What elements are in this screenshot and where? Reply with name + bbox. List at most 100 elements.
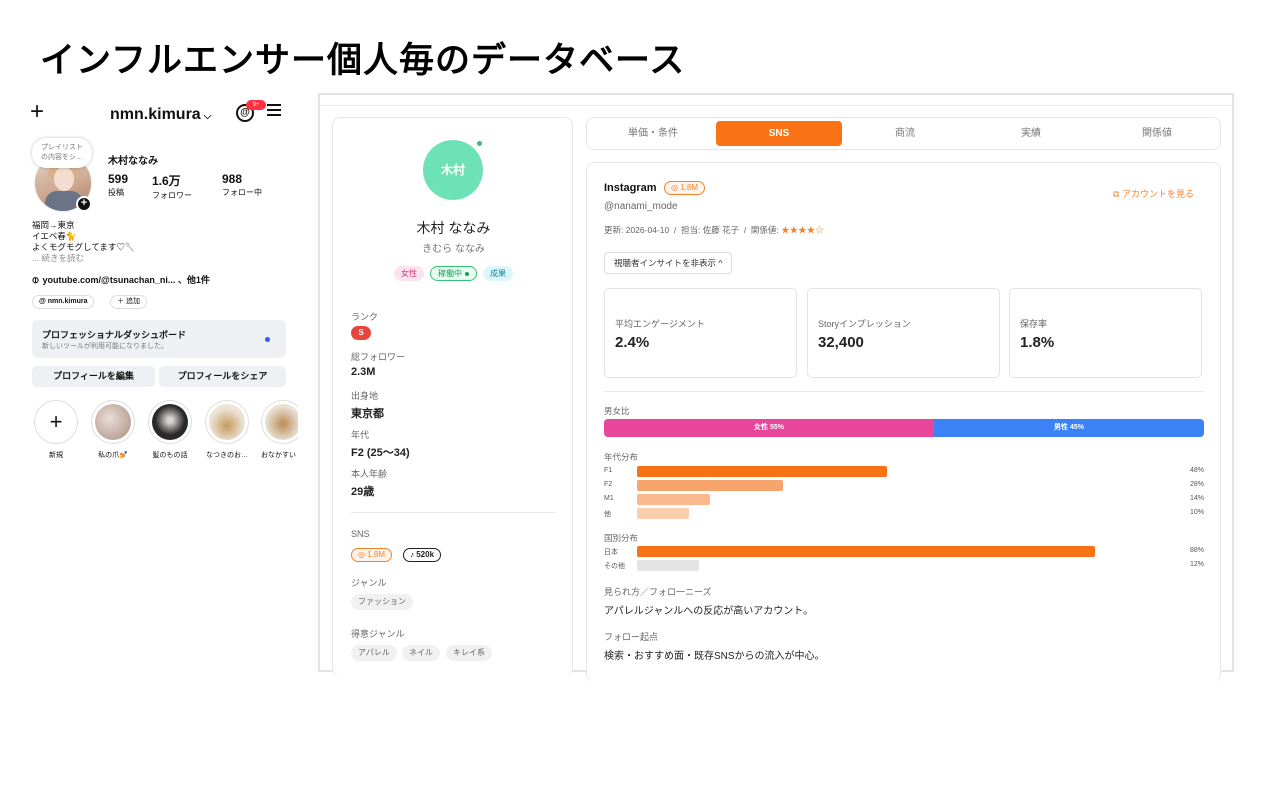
gender-segment: 男性 45% bbox=[934, 419, 1204, 437]
page-title: インフルエンサー個人毎のデータベース bbox=[40, 41, 686, 81]
share-profile-button[interactable]: プロフィールをシェア bbox=[159, 366, 286, 387]
threads-chip-icon: @ bbox=[39, 298, 48, 305]
add-chip[interactable]: ＋ 追加 bbox=[110, 295, 147, 309]
highlight-label: 私の爪💅 bbox=[98, 452, 128, 459]
influencer-database-screen: 木村 木村 ななみ きむら ななみ 女性 稼働中 成果 ランク S 総フォロワー 2… bbox=[318, 93, 1234, 682]
highlight-item[interactable]: なつきのお… bbox=[204, 400, 250, 460]
status-dot bbox=[465, 271, 469, 276]
tab-commercial-flow[interactable]: 商流 bbox=[842, 121, 968, 146]
bio-more-link[interactable]: ... 続きを読む bbox=[32, 253, 135, 264]
bio: 福岡→東京 イエベ春🐈 よくモグモグしてます♡🥄 ... 続きを読む bbox=[32, 220, 135, 264]
highlight-circle bbox=[205, 400, 249, 444]
platform-followers-text: 1.8M bbox=[680, 183, 698, 192]
kpi-label: 保存率 bbox=[1020, 319, 1048, 329]
highlight-label: なつきのお… bbox=[206, 452, 248, 459]
bar-fill bbox=[637, 494, 710, 505]
note-bubble[interactable]: プレイリスト の内容をシ… bbox=[32, 138, 92, 168]
age-value: 29歳 bbox=[351, 486, 375, 498]
tab-sns[interactable]: SNS bbox=[716, 121, 842, 146]
external-link-icon: ⧉ bbox=[1113, 189, 1122, 199]
profile-link[interactable]: ⊘youtube.com/@tsunachan_ni... 、他1件 bbox=[29, 273, 210, 287]
account-handle: @nanami_mode bbox=[604, 201, 678, 212]
highlight-image bbox=[209, 404, 245, 440]
add-story-icon[interactable]: + bbox=[76, 196, 92, 212]
strong-genre-chip: アパレル bbox=[351, 645, 397, 661]
status-badge: 稼働中 bbox=[430, 266, 477, 281]
threads-chip[interactable]: @ nmn.kimura bbox=[32, 295, 95, 309]
strong-genre-label: 得意ジャンル bbox=[351, 629, 405, 639]
bar-percent: 28% bbox=[1189, 481, 1204, 488]
gender-ratio-label: 男女比 bbox=[604, 406, 630, 416]
bar-percent: 48% bbox=[1189, 467, 1204, 474]
profile-name: 木村 ななみ bbox=[416, 220, 491, 236]
highlight-new[interactable]: + 新規 bbox=[33, 400, 79, 460]
instagram-top-bar: + nmn.kimura ⌵ @ 9+ bbox=[24, 96, 298, 132]
bar-track bbox=[637, 508, 1157, 519]
highlight-item[interactable]: 髪のもの話 bbox=[147, 400, 193, 460]
instagram-icon: ◎ bbox=[671, 183, 681, 192]
kpi-card: Storyインプレッション 32,400 bbox=[807, 288, 1000, 378]
bar-percent: 10% bbox=[1189, 509, 1204, 516]
notification-badge: 9+ bbox=[246, 100, 266, 110]
age-group-value: F2 (25〜34) bbox=[351, 447, 410, 459]
kpi-value: 32,400 bbox=[818, 334, 864, 351]
highlight-circle bbox=[91, 400, 135, 444]
kpi-label: Storyインプレッション bbox=[818, 319, 911, 329]
bar-percent: 12% bbox=[1189, 561, 1204, 568]
highlight-label: おなかすい bbox=[261, 452, 296, 459]
tab-results[interactable]: 実績 bbox=[968, 121, 1094, 146]
rank-label: ランク bbox=[351, 312, 379, 322]
tab-relationship[interactable]: 関係値 bbox=[1094, 121, 1220, 146]
instagram-followers-chip[interactable]: ◎ 1.8M bbox=[351, 548, 392, 562]
kpi-label: 平均エンゲージメント bbox=[615, 319, 705, 329]
age-distribution-label: 年代分布 bbox=[604, 452, 639, 462]
insight-toggle-button[interactable]: 視聴者インサイトを非表示 ^ bbox=[604, 252, 733, 274]
highlight-circle: + bbox=[34, 400, 78, 444]
tab-conditions[interactable]: 単価・条件 bbox=[590, 121, 716, 146]
username-switcher[interactable]: nmn.kimura ⌵ bbox=[110, 106, 211, 124]
platform-name: Instagram bbox=[604, 182, 657, 194]
highlight-item[interactable]: 私の爪💅 bbox=[90, 400, 136, 460]
stat-followers[interactable]: 1.6万 フォロワー bbox=[152, 172, 192, 201]
stat-following[interactable]: 988 フォロー中 bbox=[222, 172, 262, 198]
divider bbox=[604, 391, 1204, 392]
professional-dashboard[interactable]: プロフェッショナルダッシュボード 新しいツールが利用可能になりました。 bbox=[32, 320, 286, 358]
edit-profile-button[interactable]: プロフィールを編集 bbox=[32, 366, 155, 387]
bar-percent: 14% bbox=[1189, 495, 1204, 502]
age-group-label: 年代 bbox=[351, 430, 370, 440]
status-text: 稼働中 bbox=[438, 269, 462, 278]
follow-origin-text: 検索・おすすめ面・既存SNSからの流入が中心。 bbox=[604, 651, 825, 662]
stat-label: フォロワー bbox=[152, 191, 192, 200]
view-account-link[interactable]: ⧉ アカウントを見る bbox=[1113, 187, 1194, 200]
bar-row: M1 14% bbox=[604, 494, 1204, 505]
bar-fill bbox=[637, 480, 783, 491]
highlight-circle bbox=[261, 400, 298, 444]
highlight-label: 髪のもの話 bbox=[152, 452, 188, 459]
menu-icon[interactable] bbox=[267, 104, 281, 119]
bio-line: 福岡→東京 bbox=[32, 220, 75, 230]
link-icon: ⊘ bbox=[29, 273, 42, 287]
highlight-circle bbox=[148, 400, 192, 444]
instagram-followers-text: 1.8M bbox=[367, 550, 385, 559]
bar-track bbox=[637, 466, 1157, 477]
followers-label: 総フォロワー bbox=[351, 352, 406, 362]
strong-genre-chip: キレイ系 bbox=[446, 645, 492, 661]
highlight-item[interactable]: おなかすい bbox=[261, 400, 298, 460]
plus-icon: + bbox=[49, 409, 63, 434]
threads-chip-text: nmn.kimura bbox=[47, 298, 88, 305]
top-divider bbox=[320, 105, 1232, 106]
gender-ratio-bar: 女性 55% 男性 45% bbox=[604, 419, 1204, 437]
kpi-card: 平均エンゲージメント 2.4% bbox=[604, 288, 797, 378]
stat-label: フォロー中 bbox=[222, 188, 262, 197]
stat-posts[interactable]: 599 投稿 bbox=[108, 172, 128, 198]
bar-label: M1 bbox=[604, 495, 614, 502]
plus-icon[interactable]: + bbox=[30, 100, 44, 124]
bar-track bbox=[637, 480, 1157, 491]
view-account-text: アカウントを見る bbox=[1121, 189, 1194, 199]
dashboard-subtitle: 新しいツールが利用可能になりました。 bbox=[42, 343, 168, 350]
bar-row: F1 48% bbox=[604, 466, 1204, 477]
highlight-image bbox=[95, 404, 131, 440]
bar-track bbox=[637, 494, 1157, 505]
tiktok-followers-chip[interactable]: ♪ 520k bbox=[403, 548, 442, 562]
age-label: 本人年齢 bbox=[351, 469, 388, 479]
